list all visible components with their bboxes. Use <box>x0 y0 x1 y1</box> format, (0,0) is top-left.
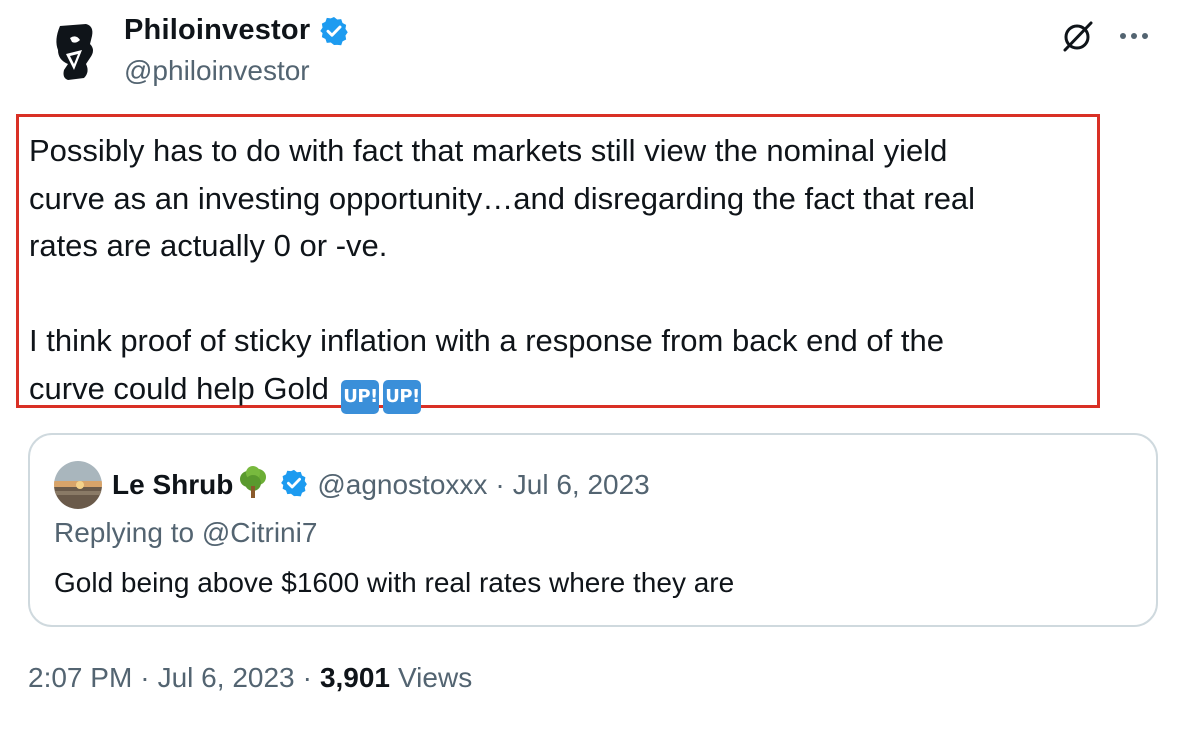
replying-to-label: Replying to @Citrini7 <box>54 517 318 548</box>
up-emoji-icon: UP! <box>383 379 422 414</box>
views-count: 3,901 <box>319 662 391 693</box>
author-name-row[interactable]: Philoinvestor <box>124 14 350 47</box>
quoted-author-handle: @agnostoxxx <box>317 469 488 500</box>
quoted-author-avatar[interactable] <box>54 461 102 509</box>
quoted-tweet-date: Jul 6, 2023 <box>512 469 650 500</box>
quoted-tweet-text: Gold being above $1600 with real rates w… <box>54 567 735 598</box>
views-label: Views <box>398 662 473 693</box>
tweet-line-with-emoji: curve could help Gold UP! UP! <box>29 365 1087 414</box>
tweet-line: rates are actually 0 or -ve. <box>29 228 388 263</box>
quoted-author-name: Le Shrub <box>112 469 234 500</box>
slashed-circle-icon[interactable] <box>1060 18 1096 54</box>
tweet-meta: 2:07 PM · Jul 6, 2023 · 3,901 Views <box>28 662 472 694</box>
separator-dot: · <box>302 662 312 693</box>
more-options-icon[interactable] <box>1118 30 1150 42</box>
tweet-line: curve as an investing opportunity…and di… <box>29 180 976 216</box>
tweet-actions <box>1060 18 1150 54</box>
tweet-time[interactable]: 2:07 PM <box>28 662 132 694</box>
tweet-detail: Philoinvestor @philoinvestor Possibly ha… <box>0 0 1180 730</box>
tweet-line-text: curve could help Gold <box>29 370 338 406</box>
tree-icon <box>237 465 269 505</box>
tweet-date[interactable]: Jul 6, 2023 <box>158 662 295 694</box>
quoted-tweet-card[interactable]: Le Shrub @agnostoxxx · Jul 6, 2023 Reply… <box>28 433 1158 627</box>
separator-dot: · <box>140 662 150 693</box>
tweet-line: I think proof of sticky inflation with a… <box>29 323 944 358</box>
tweet-text-highlight-box: Possibly has to do with fact that market… <box>16 114 1100 414</box>
quoted-tweet-header: Le Shrub @agnostoxxx · Jul 6, 2023 <box>54 461 650 509</box>
up-emoji-icon: UP! <box>341 379 380 414</box>
tweet-line: Possibly has to do with fact that market… <box>29 133 948 168</box>
verified-badge-icon <box>279 468 309 503</box>
verified-badge-icon <box>318 15 350 47</box>
author-handle[interactable]: @philoinvestor <box>124 55 310 87</box>
stylized-head-logo-icon <box>56 24 93 80</box>
author-avatar[interactable] <box>34 10 118 94</box>
author-display-name[interactable]: Philoinvestor <box>124 14 310 47</box>
separator-dot: · <box>495 469 505 500</box>
